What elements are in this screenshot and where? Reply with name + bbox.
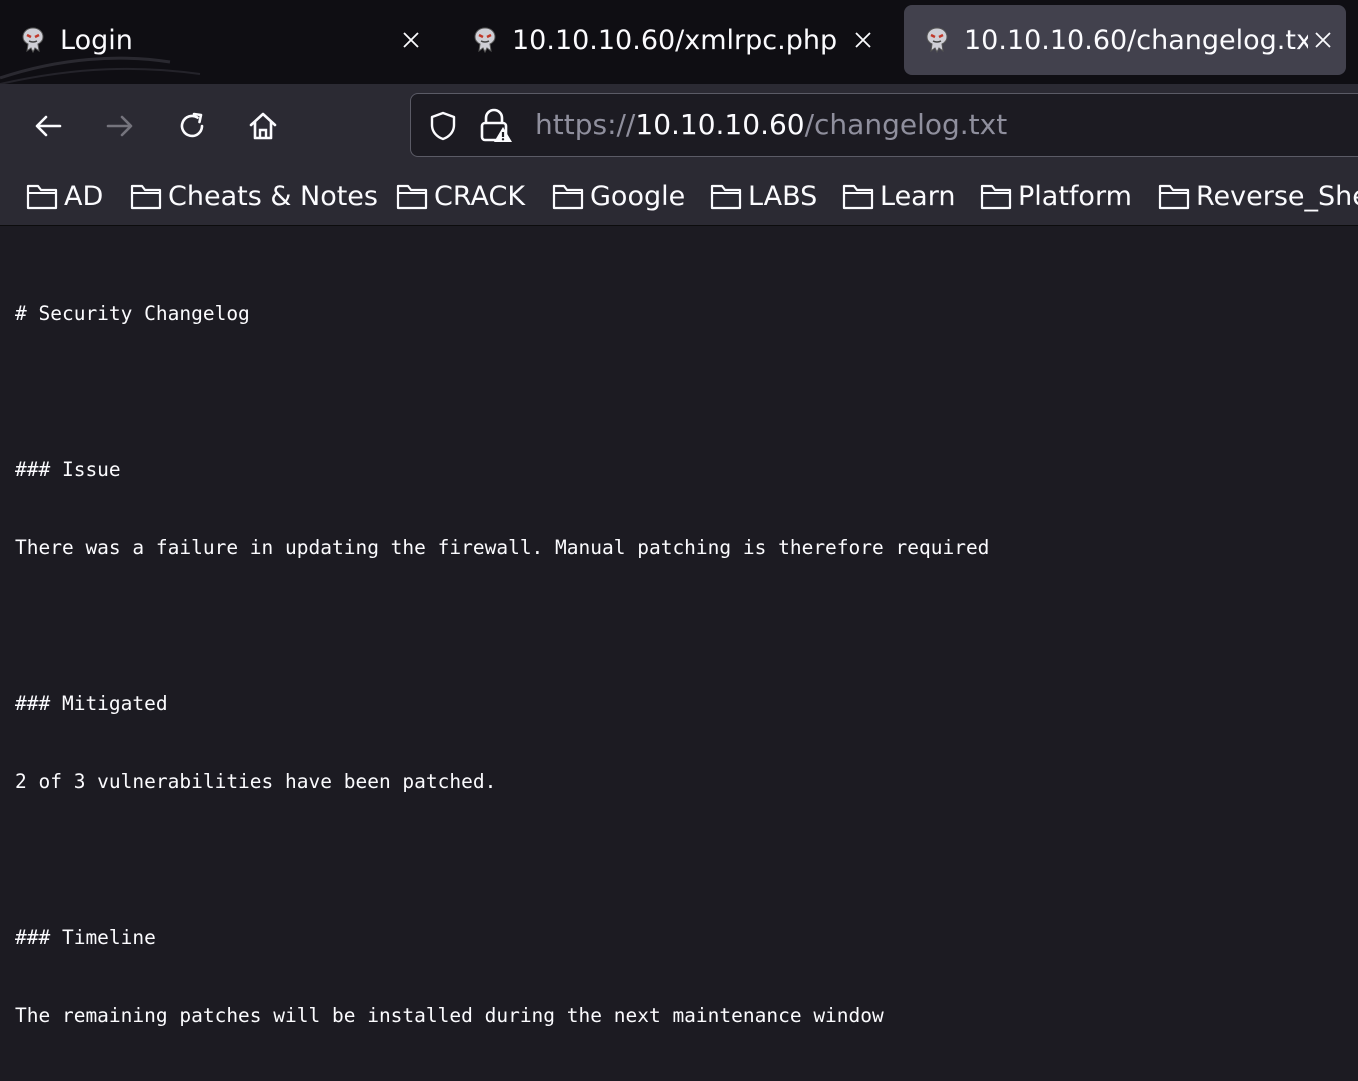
bookmark-label: AD (64, 180, 104, 212)
bookmark-label: Google (590, 180, 686, 212)
page-content: # Security Changelog ### Issue There was… (0, 227, 1358, 1027)
bookmark-label: Reverse_Shell (1196, 180, 1358, 212)
navigation-toolbar: https://10.10.10.60/changelog.txt (0, 84, 1358, 168)
tab-login[interactable]: Login (0, 5, 440, 75)
back-button[interactable] (28, 106, 68, 146)
close-icon[interactable] (848, 25, 878, 55)
folder-icon (980, 184, 1012, 210)
folder-icon (842, 184, 874, 210)
bookmark-folder-reverse-shell[interactable]: Reverse_Shell (1158, 178, 1358, 214)
reload-icon (180, 112, 204, 138)
shield-icon[interactable] (427, 110, 459, 142)
bookmark-label: LABS (748, 180, 818, 212)
close-icon[interactable] (1308, 25, 1338, 55)
document-line: ### Timeline (15, 926, 156, 949)
tab-title: 10.10.10.60/xmlrpc.php (512, 24, 838, 56)
url-bar[interactable]: https://10.10.10.60/changelog.txt (410, 93, 1358, 157)
bookmark-folder-labs[interactable]: LABS (710, 178, 817, 214)
bookmark-label: Platform (1018, 180, 1132, 212)
kali-dragon-favicon (16, 23, 50, 57)
folder-icon (396, 184, 428, 210)
home-icon (249, 112, 277, 140)
arrow-left-icon (35, 115, 62, 137)
bookmark-folder-crack[interactable]: CRACK (396, 178, 525, 214)
folder-icon (130, 184, 162, 210)
folder-icon (26, 184, 58, 210)
forward-button[interactable] (100, 106, 140, 146)
document-line: # Security Changelog (15, 302, 250, 325)
bookmark-folder-google[interactable]: Google (552, 178, 685, 214)
bookmark-label: CRACK (434, 180, 526, 212)
reload-button[interactable] (172, 106, 212, 146)
folder-icon (710, 184, 742, 210)
document-line: 2 of 3 vulnerabilities have been patched… (15, 770, 497, 793)
document-line: There was a failure in updating the fire… (15, 536, 990, 559)
folder-icon (1158, 184, 1190, 210)
home-button[interactable] (243, 106, 283, 146)
tab-title: 10.10.10.60/changelog.txt (964, 24, 1308, 56)
kali-dragon-favicon (920, 23, 954, 57)
document-line: The remaining patches will be installed … (15, 1004, 884, 1027)
bookmark-folder-learn[interactable]: Learn (842, 178, 955, 214)
tab-changelog[interactable]: 10.10.10.60/changelog.txt (904, 5, 1346, 75)
bookmark-folder-ad[interactable]: AD (26, 178, 103, 214)
bookmark-label: Learn (880, 180, 956, 212)
url-text[interactable]: https://10.10.10.60/changelog.txt (535, 108, 1007, 141)
url-path: /changelog.txt (804, 108, 1008, 141)
tab-title: Login (60, 24, 133, 56)
plain-text-document: # Security Changelog ### Issue There was… (15, 249, 989, 1081)
bookmark-label: Cheats & Notes (168, 180, 378, 212)
tab-xmlrpc[interactable]: 10.10.10.60/xmlrpc.php (452, 5, 892, 75)
document-line: ### Mitigated (15, 692, 168, 715)
bookmarks-toolbar: AD Cheats & Notes CRACK Google LABS Lear… (0, 168, 1358, 226)
tab-strip: Login 10.10.10.60/xmlrpc.php 10.10.10.60… (0, 0, 1358, 84)
url-scheme: https:// (535, 108, 636, 141)
kali-dragon-favicon (468, 23, 502, 57)
folder-icon (552, 184, 584, 210)
bookmark-folder-cheats-notes[interactable]: Cheats & Notes (130, 178, 378, 214)
url-host: 10.10.10.60 (635, 108, 805, 141)
document-line: ### Issue (15, 458, 121, 481)
bookmark-folder-platform[interactable]: Platform (980, 178, 1132, 214)
lock-warning-icon[interactable] (477, 107, 513, 143)
arrow-right-icon (106, 115, 133, 137)
close-icon[interactable] (396, 25, 426, 55)
